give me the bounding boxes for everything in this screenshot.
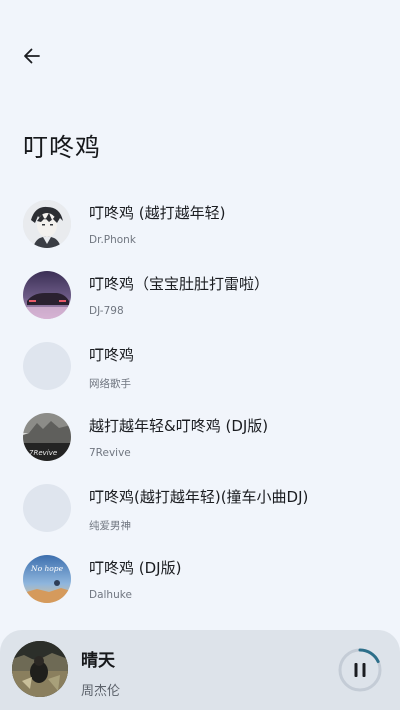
now-playing-title: 晴天: [81, 651, 115, 671]
play-pause-button[interactable]: [337, 647, 383, 693]
song-list: 叮咚鸡 (越打越年轻) Dr.Phonk 叮咚鸡（宝宝肚肚打雷啦） DJ-798…: [0, 190, 400, 616]
song-artist: 纯爱男神: [89, 520, 131, 532]
arrow-left-icon: [22, 46, 42, 70]
album-cover: [23, 200, 71, 248]
list-item[interactable]: 叮咚鸡 (越打越年轻) Dr.Phonk: [0, 190, 400, 261]
song-artist: 网络歌手: [89, 378, 131, 390]
song-title: 叮咚鸡（宝宝肚肚打雷啦）: [89, 275, 270, 293]
song-artist: Dalhuke: [89, 589, 132, 601]
song-title: 叮咚鸡 (越打越年轻): [89, 204, 226, 222]
album-cover-placeholder: [23, 342, 71, 390]
list-item[interactable]: 叮咚鸡 网络歌手: [0, 332, 400, 403]
now-playing-artist: 周杰伦: [81, 684, 121, 699]
back-button[interactable]: [18, 44, 46, 72]
page-title: 叮咚鸡: [23, 133, 102, 162]
album-cover: [23, 271, 71, 319]
album-cover: 7Revive: [23, 413, 71, 461]
list-item[interactable]: 7Revive 越打越年轻&叮咚鸡 (DJ版) 7Revive: [0, 403, 400, 474]
song-title: 叮咚鸡(越打越年轻)(撞车小曲DJ): [89, 488, 309, 506]
album-cover-placeholder: [23, 484, 71, 532]
album-cover: No hope: [23, 555, 71, 603]
song-artist: 7Revive: [89, 447, 131, 459]
song-title: 叮咚鸡: [89, 346, 135, 364]
pause-icon: [354, 663, 366, 677]
song-artist: DJ-798: [89, 305, 124, 317]
list-item[interactable]: No hope 叮咚鸡 (DJ版) Dalhuke: [0, 545, 400, 616]
song-artist: Dr.Phonk: [89, 234, 136, 246]
cover-text: 7Revive: [29, 449, 57, 457]
now-playing-bar[interactable]: 晴天 周杰伦: [0, 630, 400, 710]
song-title: 叮咚鸡 (DJ版): [89, 559, 182, 577]
cover-text: No hope: [30, 564, 64, 573]
list-item[interactable]: 叮咚鸡（宝宝肚肚打雷啦） DJ-798: [0, 261, 400, 332]
song-title: 越打越年轻&叮咚鸡 (DJ版): [89, 417, 269, 435]
now-playing-cover: [12, 641, 68, 697]
search-results-page: 叮咚鸡 叮咚鸡 (越打越年轻) Dr.Phonk 叮咚鸡（宝宝肚肚打雷啦） DJ…: [0, 0, 400, 710]
list-item[interactable]: 叮咚鸡(越打越年轻)(撞车小曲DJ) 纯爱男神: [0, 474, 400, 545]
